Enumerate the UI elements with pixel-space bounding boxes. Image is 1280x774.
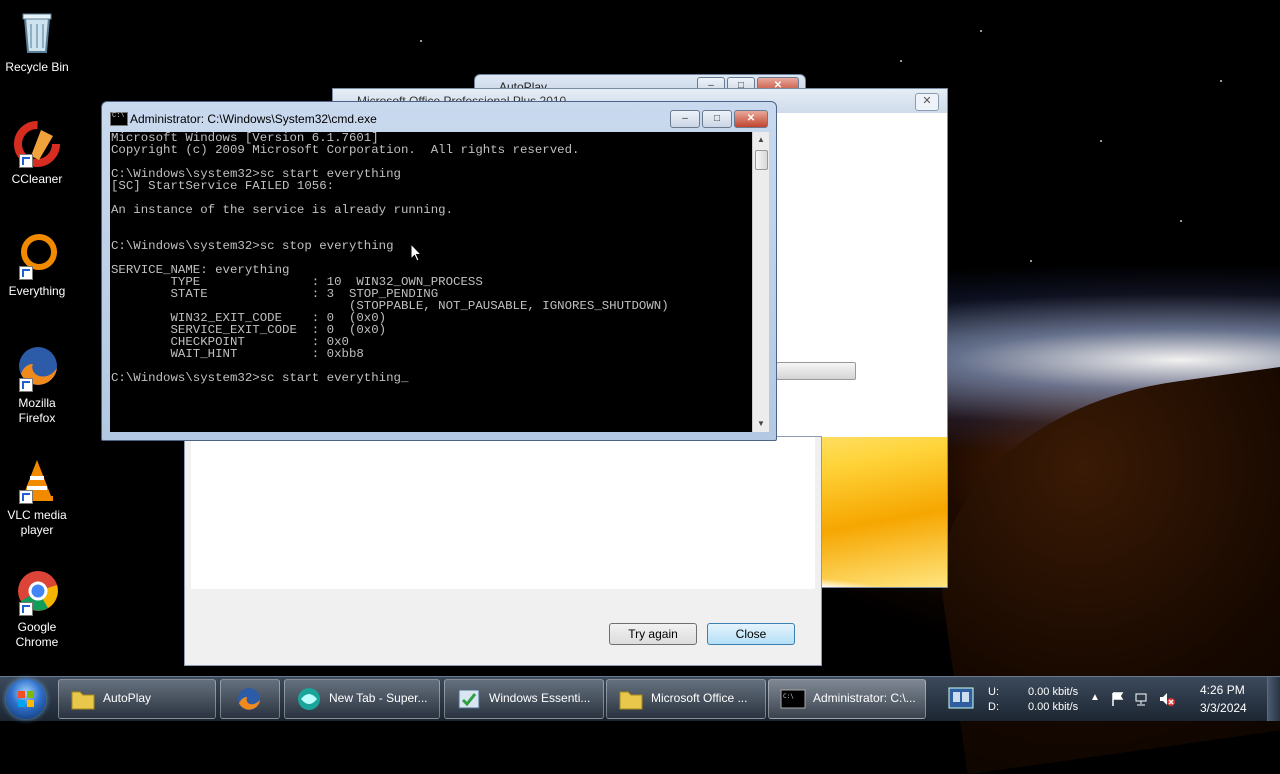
taskbar-button-new-tab[interactable]: New Tab - Super...: [284, 679, 440, 719]
clock-date[interactable]: 3/3/2024: [1200, 701, 1247, 715]
net-download-label: D:: [988, 701, 999, 713]
desktop-icon-recycle-bin[interactable]: Recycle Bin: [4, 8, 70, 75]
star: [900, 60, 902, 62]
folder-icon: [619, 691, 643, 710]
net-upload-label: U:: [988, 686, 999, 698]
cmd-icon: [110, 112, 128, 126]
cmd-maximize-button[interactable]: □: [702, 110, 732, 128]
cmd-window[interactable]: Administrator: C:\Windows\System32\cmd.e…: [101, 101, 777, 441]
desktop-icon-vlc[interactable]: VLC media player: [4, 456, 70, 538]
star: [980, 30, 982, 32]
taskbar-button-autoplay[interactable]: AutoPlay: [58, 679, 216, 719]
windows-logo-icon: [18, 691, 34, 707]
desktop-icon-label: Mozilla Firefox: [18, 396, 56, 425]
taskbar-button-cmd[interactable]: C:\ Administrator: C:\...: [768, 679, 926, 719]
desktop-icon-label: VLC media player: [7, 508, 67, 537]
taskbar-button-label: Windows Essenti...: [489, 691, 591, 705]
show-hidden-icons-chevron-icon[interactable]: ▲: [1090, 692, 1100, 703]
try-again-button[interactable]: Try again: [609, 623, 697, 645]
cmd-minimize-button[interactable]: –: [670, 110, 700, 128]
star: [1180, 220, 1182, 222]
desktop-icon-everything[interactable]: Everything: [4, 232, 70, 299]
cmd-window-title: Administrator: C:\Windows\System32\cmd.e…: [130, 112, 377, 126]
everything-icon: [13, 232, 61, 280]
network-monitor-icon[interactable]: [948, 686, 974, 710]
folder-icon: [71, 691, 95, 710]
taskbar-button-firefox[interactable]: [220, 679, 280, 719]
shortcut-arrow-icon: [19, 378, 33, 392]
scrollbar-thumb[interactable]: [755, 150, 768, 170]
shortcut-arrow-icon: [19, 266, 33, 280]
firefox-icon: [13, 344, 61, 392]
setup-progress-bar: [776, 362, 856, 380]
volume-muted-icon[interactable]: [1158, 691, 1176, 707]
shortcut-arrow-icon: [19, 602, 33, 616]
dialog-close-button[interactable]: Close: [707, 623, 795, 645]
star: [420, 40, 422, 42]
star: [1030, 260, 1032, 262]
star: [1220, 80, 1222, 82]
star: [1100, 140, 1102, 142]
taskbar-button-label: New Tab - Super...: [329, 691, 428, 705]
svg-text:C:\: C:\: [783, 693, 794, 700]
console-text: Microsoft Windows [Version 6.1.7601] Cop…: [111, 132, 669, 385]
cmd-close-button[interactable]: ✕: [734, 110, 768, 128]
action-center-flag-icon[interactable]: [1110, 691, 1126, 707]
console-output[interactable]: Microsoft Windows [Version 6.1.7601] Cop…: [110, 132, 752, 432]
taskbar-button-windows-essentials[interactable]: Windows Essenti...: [444, 679, 604, 719]
taskbar-button-label: AutoPlay: [103, 691, 152, 705]
desktop-icon-label: Google Chrome: [15, 620, 59, 649]
clock-time[interactable]: 4:26 PM: [1200, 683, 1245, 697]
chrome-icon: [13, 568, 61, 616]
desktop-icon-firefox[interactable]: Mozilla Firefox: [4, 344, 70, 426]
installer-icon: [458, 689, 480, 709]
scroll-up-arrow-icon[interactable]: ▲: [753, 132, 769, 148]
show-desktop-button[interactable]: [1267, 677, 1280, 721]
cmd-icon: C:\: [780, 689, 806, 709]
taskbar-button-label: Microsoft Office ...: [651, 691, 748, 705]
scroll-down-arrow-icon[interactable]: ▼: [753, 416, 769, 432]
taskbar-button-microsoft-office[interactable]: Microsoft Office ...: [606, 679, 766, 719]
recycle-bin-icon: [13, 8, 61, 56]
net-download-rate: 0.00 kbit/s: [1028, 701, 1079, 713]
firefox-icon: [238, 688, 260, 710]
desktop-icon-label: Everything: [8, 284, 66, 298]
console-scrollbar[interactable]: ▲ ▼: [752, 132, 769, 432]
vlc-cone-icon: [13, 456, 61, 504]
ccleaner-icon: [13, 120, 61, 168]
system-tray: U: D: 0.00 kbit/s 0.00 kbit/s ▲ 4:26 PM …: [946, 677, 1280, 721]
shortcut-arrow-icon: [19, 490, 33, 504]
desktop-icon-label: Recycle Bin: [5, 60, 69, 74]
network-icon[interactable]: [1134, 691, 1150, 707]
office-close-button[interactable]: ✕: [915, 93, 939, 111]
start-button[interactable]: [6, 679, 46, 719]
taskbar-button-label: Administrator: C:\...: [813, 691, 916, 705]
desktop-icon-label: CCleaner: [11, 172, 63, 186]
shortcut-arrow-icon: [19, 154, 33, 168]
error-dialog[interactable]: Try again Close: [184, 436, 822, 666]
browser-icon: [298, 688, 320, 710]
desktop-icon-ccleaner[interactable]: CCleaner: [4, 120, 70, 187]
net-upload-rate: 0.00 kbit/s: [1028, 686, 1079, 698]
taskbar: AutoPlay New Tab - Super... Windows Esse…: [0, 676, 1280, 721]
desktop-icon-chrome[interactable]: Google Chrome: [4, 568, 70, 650]
